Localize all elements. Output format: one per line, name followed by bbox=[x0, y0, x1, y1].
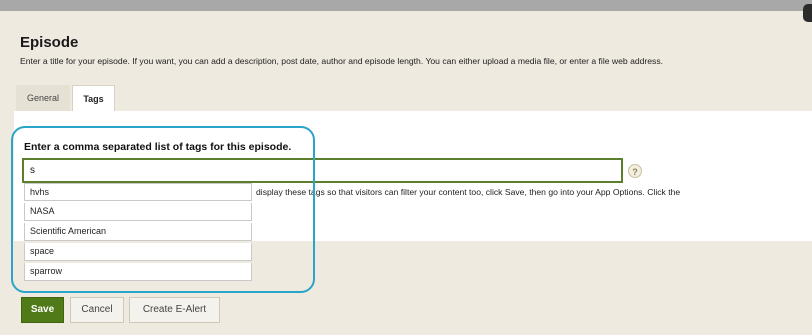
cancel-button[interactable]: Cancel bbox=[70, 297, 124, 323]
tag-suggestion[interactable]: hvhs bbox=[24, 183, 252, 201]
tags-prompt-label: Enter a comma separated list of tags for… bbox=[24, 141, 292, 153]
tag-suggestion[interactable]: Scientific American bbox=[24, 223, 252, 241]
top-bar bbox=[0, 0, 812, 11]
corner-marker bbox=[803, 4, 812, 22]
tag-suggestion[interactable]: space bbox=[24, 243, 252, 261]
tab-tags[interactable]: Tags bbox=[72, 85, 115, 112]
tab-general[interactable]: General bbox=[16, 85, 70, 111]
create-e-alert-button[interactable]: Create E-Alert bbox=[129, 297, 220, 323]
tag-suggestion[interactable]: sparrow bbox=[24, 263, 252, 281]
tags-input[interactable] bbox=[22, 158, 623, 183]
tag-suggestion[interactable]: NASA bbox=[24, 203, 252, 221]
page-intro: Enter a title for your episode. If you w… bbox=[20, 56, 664, 66]
help-icon[interactable]: ? bbox=[628, 164, 642, 178]
tag-suggestions-list: hvhs NASA Scientific American space spar… bbox=[24, 183, 252, 283]
save-button[interactable]: Save bbox=[21, 297, 64, 323]
tags-tip-text: display these tags so that visitors can … bbox=[256, 187, 681, 197]
page-title: Episode bbox=[20, 34, 79, 51]
